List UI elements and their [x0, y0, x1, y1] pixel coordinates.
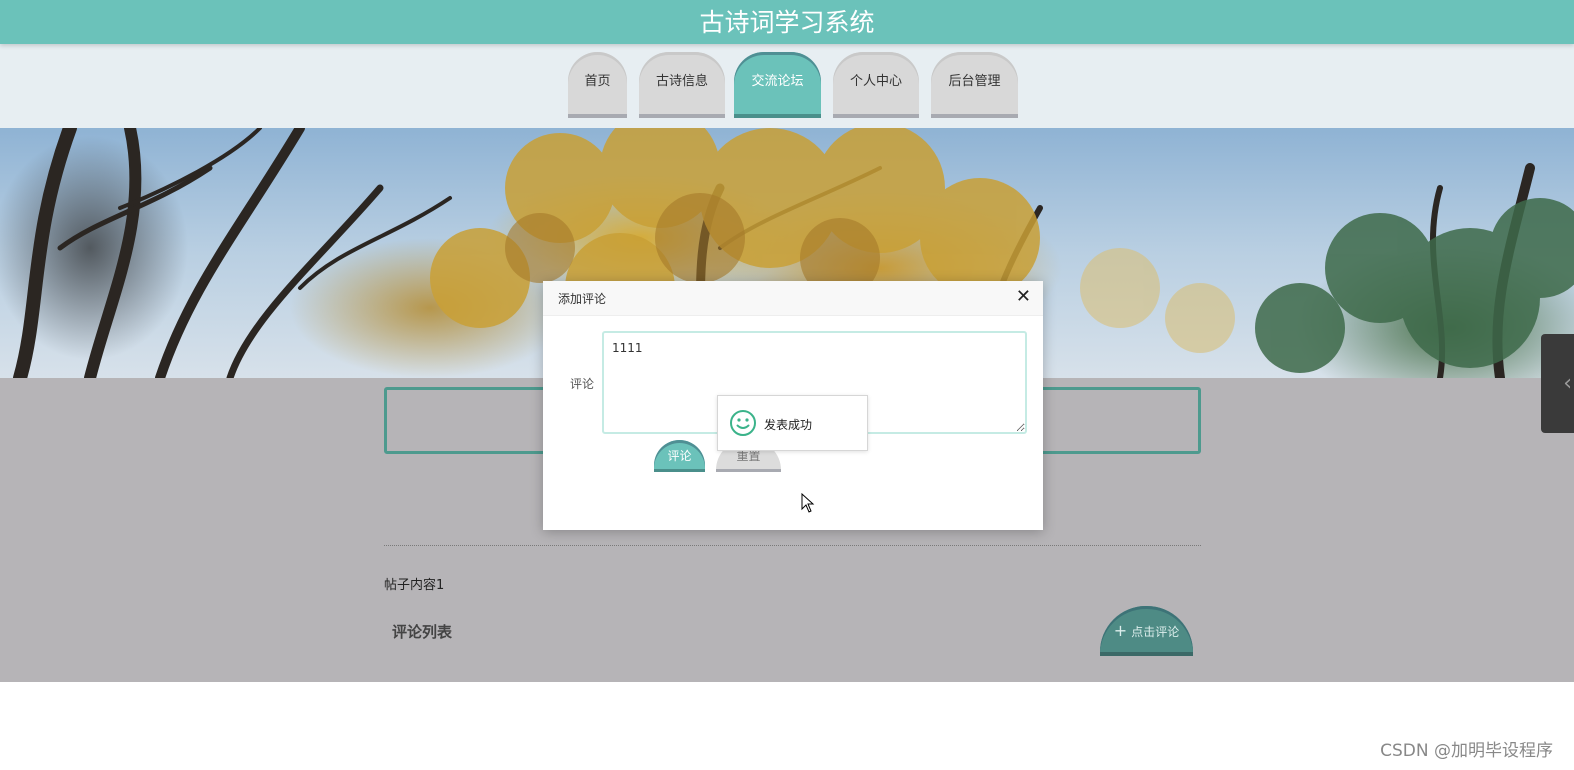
dialog-header: 添加评论 ✕: [543, 281, 1043, 316]
nav-tab-personal-center[interactable]: 个人中心: [833, 52, 919, 118]
divider: [384, 545, 1201, 546]
nav-tab-home[interactable]: 首页: [568, 52, 627, 118]
submit-comment-button[interactable]: 评论: [654, 440, 705, 472]
post-content: 帖子内容1: [384, 578, 445, 593]
success-toast: 发表成功: [717, 395, 868, 451]
add-comment-label: 点击评论: [1131, 625, 1180, 639]
site-header: 古诗词学习系统: [0, 0, 1574, 44]
nav-tab-forum[interactable]: 交流论坛: [734, 52, 821, 118]
mouse-cursor-icon: [801, 493, 815, 513]
site-title: 古诗词学习系统: [699, 8, 875, 37]
smile-icon: [730, 410, 756, 436]
close-icon[interactable]: ✕: [1016, 286, 1031, 307]
nav-tab-admin[interactable]: 后台管理: [931, 52, 1018, 118]
dialog-title: 添加评论: [558, 292, 607, 306]
comment-field-label: 评论: [570, 377, 595, 391]
chevron-left-icon: ‹: [1563, 371, 1572, 396]
watermark: CSDN @加明毕设程序: [1380, 741, 1553, 761]
nav-tab-poetry-info[interactable]: 古诗信息: [639, 52, 725, 118]
toast-message: 发表成功: [764, 418, 813, 432]
comment-list-heading: 评论列表: [392, 623, 453, 641]
main-nav: 首页 古诗信息 交流论坛 个人中心 后台管理: [0, 44, 1574, 128]
plus-icon: +: [1113, 621, 1128, 640]
side-panel-toggle[interactable]: ‹: [1541, 334, 1574, 433]
